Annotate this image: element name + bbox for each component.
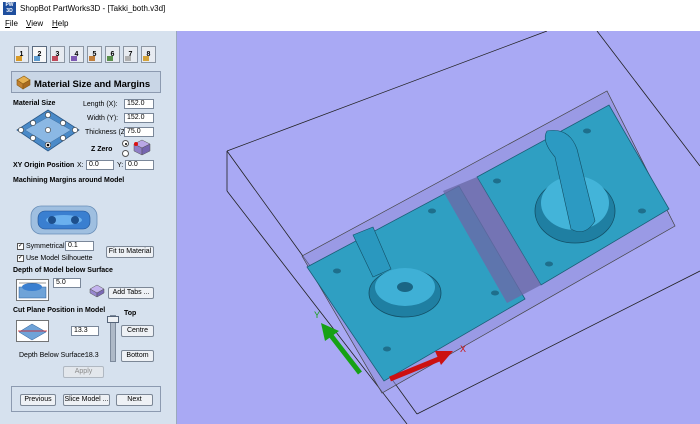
fit-to-material-button[interactable]: Fit to Material: [106, 246, 154, 258]
z-zero-block-icon: [133, 139, 151, 156]
xy-origin-heading: XY Origin Position: [13, 162, 75, 169]
menu-help[interactable]: Help: [52, 19, 68, 28]
x-origin-input[interactable]: 0.0: [86, 160, 114, 170]
step-4-icon: [71, 56, 77, 61]
cut-plane-heading: Cut Plane Position in Model: [13, 307, 106, 314]
step-7-icon: [125, 56, 131, 61]
menu-view[interactable]: View: [26, 19, 43, 28]
step-4-button[interactable]: 4: [69, 46, 84, 63]
step-3-icon: [52, 56, 58, 61]
y-axis-label: Y: [314, 310, 320, 320]
step-7-button[interactable]: 7: [123, 46, 138, 63]
material-block-icon: [16, 75, 31, 90]
bottom-button[interactable]: Bottom: [121, 350, 154, 362]
z-zero-label: Z Zero: [91, 146, 113, 153]
previous-button[interactable]: Previous: [20, 394, 56, 406]
thickness-input[interactable]: 75.0: [124, 127, 154, 137]
margin-input[interactable]: 0.1: [65, 241, 94, 251]
step-2-icon: [34, 56, 40, 61]
use-silhouette-checkbox[interactable]: ✓: [17, 255, 24, 262]
use-silhouette-label: Use Model Silhouette: [26, 255, 93, 262]
model-margin-preview: [30, 205, 98, 235]
symmetrical-checkbox[interactable]: ✓: [17, 243, 24, 250]
3d-scene: Y X: [226, 31, 700, 424]
y-origin-input[interactable]: 0.0: [125, 160, 154, 170]
window-title: ShopBot PartWorks3D - [Takki_both.v3d]: [20, 4, 166, 13]
cut-plane-slider-handle[interactable]: [107, 316, 119, 323]
step-8-button[interactable]: 8: [141, 46, 156, 63]
tabs-block-icon: [89, 284, 105, 298]
top-label: Top: [124, 310, 137, 317]
z-zero-top-radio[interactable]: [122, 140, 129, 147]
menu-file[interactable]: File: [5, 19, 18, 28]
machining-margins-heading: Machining Margins around Model: [13, 177, 125, 184]
step-1-icon: [16, 56, 22, 61]
x-origin-label: X:: [77, 162, 84, 169]
step-5-button[interactable]: 5: [87, 46, 102, 63]
step-8-icon: [143, 56, 149, 61]
x-axis-label: X: [460, 344, 466, 354]
slice-model-button[interactable]: Slice Model ...: [63, 394, 110, 406]
thickness-label: Thickness (Z):: [85, 129, 130, 136]
depth-below-value: 18.3: [85, 352, 99, 359]
width-input[interactable]: 152.0: [124, 113, 154, 123]
step-6-icon: [107, 56, 113, 61]
z-zero-bottom-radio[interactable]: [122, 150, 129, 157]
step-2-button[interactable]: 2: [32, 46, 47, 63]
step-6-button[interactable]: 6: [105, 46, 120, 63]
centre-button[interactable]: Centre: [121, 325, 154, 337]
menu-bar: File View Help: [0, 18, 700, 30]
3d-viewport[interactable]: Y X: [177, 31, 700, 424]
add-tabs-button[interactable]: Add Tabs ...: [108, 287, 154, 299]
step-title: Material Size and Margins: [34, 79, 151, 90]
depth-heading: Depth of Model below Surface: [13, 267, 113, 274]
step-3-button[interactable]: 3: [50, 46, 65, 63]
width-label: Width (Y):: [87, 115, 119, 122]
length-input[interactable]: 152.0: [124, 99, 154, 109]
depth-input[interactable]: 5.0: [53, 278, 81, 288]
apply-button[interactable]: Apply: [63, 366, 104, 378]
title-bar: PW 3D ShopBot PartWorks3D - [Takki_both.…: [0, 0, 700, 18]
symmetrical-label: Symmetrical: [26, 243, 65, 250]
step-5-icon: [89, 56, 95, 61]
step-1-button[interactable]: 1: [14, 46, 29, 63]
left-knob-hole: [397, 282, 413, 292]
app-logo-icon: PW 3D: [3, 2, 16, 15]
length-label: Length (X):: [83, 101, 118, 108]
depth-below-label: Depth Below Surface:: [19, 352, 87, 359]
material-size-heading: Material Size: [13, 100, 56, 107]
next-button[interactable]: Next: [116, 394, 153, 406]
depth-diagram-icon: [16, 279, 49, 301]
cut-plane-input[interactable]: 13.3: [71, 326, 99, 336]
y-origin-label: Y:: [117, 162, 124, 169]
cut-plane-diagram-icon: [16, 320, 49, 342]
material-origin-diagram: [16, 109, 80, 152]
